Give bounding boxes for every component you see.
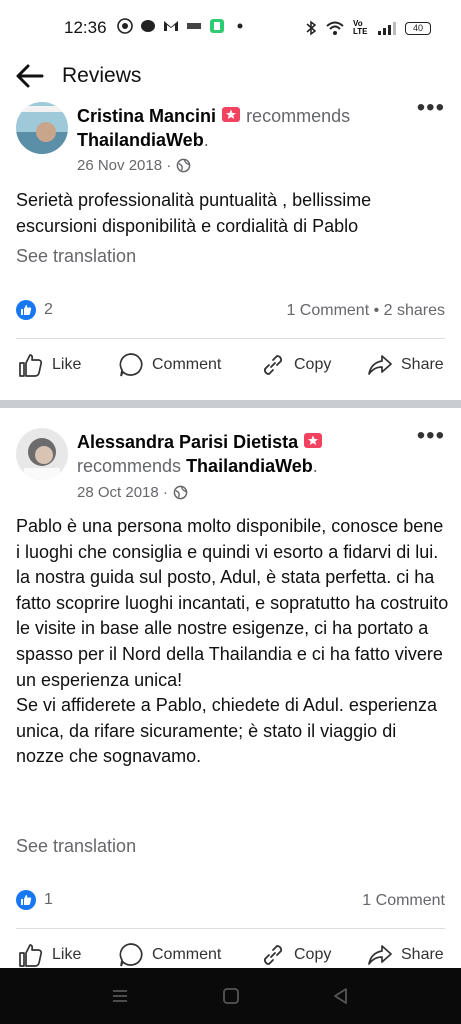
like-button[interactable]: Like [18,942,81,968]
comment-icon [119,353,143,377]
app-header: Reviews [0,56,461,100]
like-count: 1 [44,891,53,908]
comment-label: Comment [152,946,222,963]
avatar[interactable] [16,102,68,154]
back-icon[interactable] [331,986,351,1006]
post-stats: 1 1 Comment [16,890,445,914]
post-actions: Like Comment Copy Share [0,352,461,392]
page-title: Reviews [62,64,142,87]
see-translation-link[interactable]: See translation [16,836,136,857]
menu-icon[interactable] [110,986,130,1006]
copy-label: Copy [294,356,332,373]
like-button[interactable]: Like [18,352,81,378]
comment-icon [119,943,143,967]
gmail-icon [164,21,178,31]
post-body: Pablo è una persona molto disponibile, c… [16,516,449,767]
post-separator [0,400,461,408]
recommend-icon [304,433,323,448]
copy-button[interactable]: Copy [260,352,331,378]
reaction-count[interactable]: 2 [16,300,53,320]
see-translation-link[interactable]: See translation [16,246,136,267]
divider [16,338,445,339]
status-bar: 12:36 Vo LTE 40 [0,0,461,56]
like-reaction-icon [16,300,36,320]
green-app-icon [210,19,224,33]
bluetooth-icon [306,20,317,36]
like-count: 2 [44,301,53,318]
comments-shares[interactable]: 1 Comment • 2 shares [286,302,445,320]
notification-icons [117,18,248,34]
copy-button[interactable]: Copy [260,942,331,968]
battery-icon: 40 [405,21,431,35]
author-name[interactable]: Cristina Mancini [77,106,216,126]
system-nav-bar [0,968,461,1024]
post-body: Serietà professionalità puntualità , bel… [16,190,372,236]
comment-label: Comment [152,356,222,373]
avatar[interactable] [16,428,68,480]
copy-label: Copy [294,946,332,963]
wifi-icon [326,21,344,35]
recommends-text: recommends [246,106,351,126]
post-meta: 26 Nov 2018 · [77,157,191,174]
more-options-icon[interactable]: ••• [417,424,445,448]
volte-icon: Vo LTE [353,19,368,36]
share-button[interactable]: Share [367,352,444,378]
period: . [203,130,209,150]
page-name[interactable]: ThailandiaWeb [77,130,204,150]
share-label: Share [401,946,444,963]
share-label: Share [401,356,444,373]
app-icon [187,23,201,29]
like-icon [19,944,43,967]
share-icon [368,945,392,965]
link-icon [264,355,282,375]
signal-icon [378,22,396,35]
globe-icon [176,158,191,173]
comment-button[interactable]: Comment [118,942,221,968]
page-name[interactable]: ThailandiaWeb [186,456,313,476]
back-arrow-icon[interactable] [14,60,46,92]
dot-icon [237,23,243,29]
like-label: Like [52,946,82,963]
globe-icon [173,485,188,500]
status-time: 12:36 [64,18,107,37]
share-icon [368,355,392,375]
status-right-icons: Vo LTE 40 [305,20,431,36]
recommends-text: recommends [77,456,182,476]
divider [16,928,445,929]
post-date[interactable]: 26 Nov 2018 · [77,157,171,174]
reaction-count[interactable]: 1 [16,890,53,910]
author-name[interactable]: Alessandra Parisi Dietista [77,432,298,452]
like-reaction-icon [16,890,36,910]
post-header: Alessandra Parisi Dietista recommends Th… [77,430,323,478]
line-app-icon [141,20,155,32]
podcast-icon [117,18,133,34]
post-meta: 28 Oct 2018 · [77,484,188,501]
post-header: Cristina Mancini recommends ThailandiaWe… [77,104,350,152]
like-icon [19,354,43,377]
more-options-icon[interactable]: ••• [417,96,445,120]
comment-button[interactable]: Comment [118,352,221,378]
post-date[interactable]: 28 Oct 2018 · [77,484,168,501]
link-icon [264,945,282,965]
like-label: Like [52,356,82,373]
recommend-icon [222,107,241,122]
post-stats: 2 1 Comment • 2 shares [16,300,445,324]
period: . [312,456,318,476]
share-button[interactable]: Share [367,942,444,968]
home-icon[interactable] [221,986,241,1006]
comments-count[interactable]: 1 Comment [362,892,445,910]
